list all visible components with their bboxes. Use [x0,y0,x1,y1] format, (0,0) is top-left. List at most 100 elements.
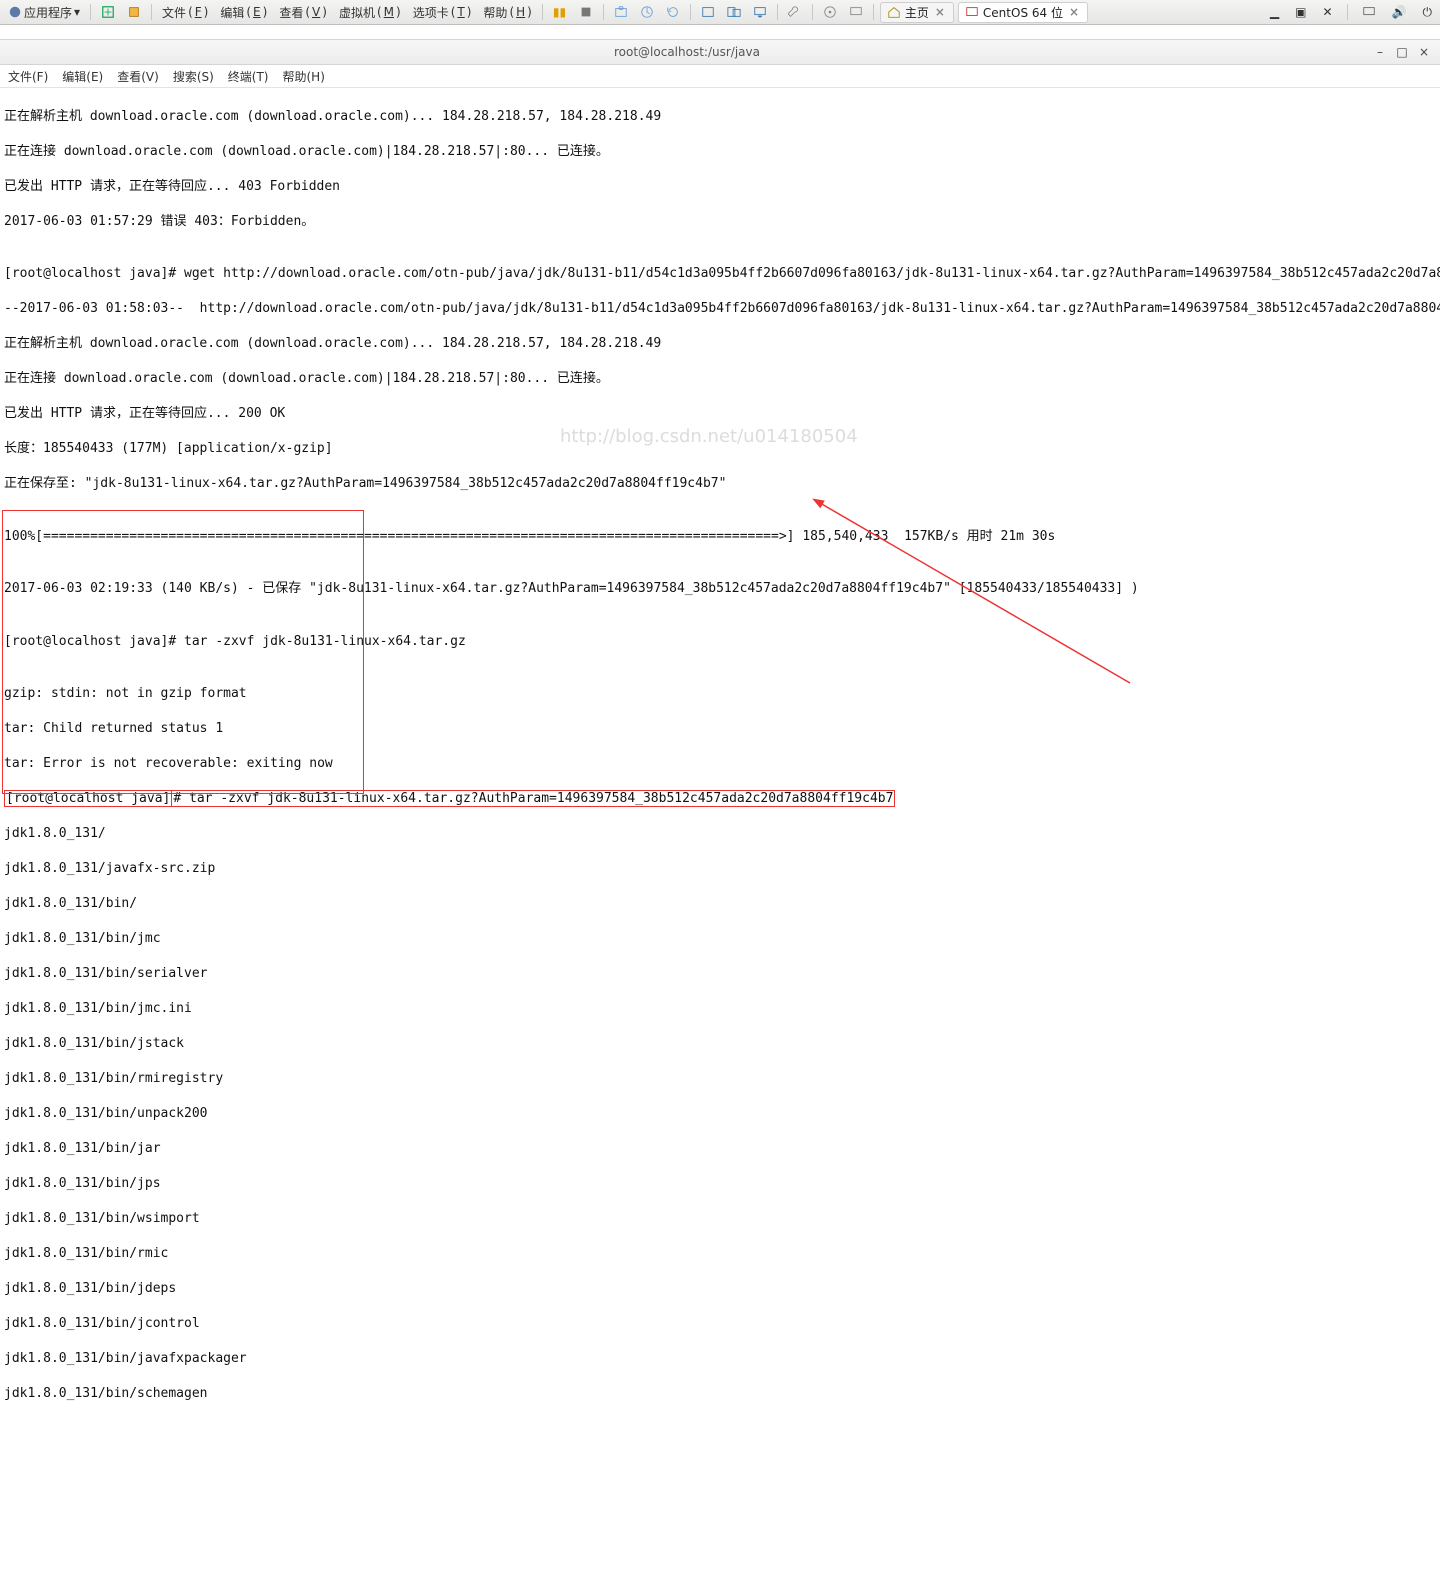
box-icon [127,5,141,19]
snapshot-manager-icon [640,5,654,19]
terminal-output[interactable]: 正在解析主机 download.oracle.com (download.ora… [0,88,1440,1586]
terminal-menubar: 文件(F) 编辑(E) 查看(V) 搜索(S) 终端(T) 帮助(H) [0,65,1440,88]
term-menu-terminal[interactable]: 终端(T) [228,68,269,85]
vm-snapshot-button[interactable] [610,3,632,21]
menu-tabs[interactable]: 选项卡(T) [409,2,476,23]
close-icon: × [1419,45,1429,59]
vm-network-button[interactable] [845,3,867,21]
foot-icon [8,5,22,19]
window-maximize-button[interactable]: □ [1394,45,1410,59]
window-close-button[interactable]: × [1416,45,1432,59]
unity-icon [727,5,741,19]
vmtool-btn-2[interactable] [123,3,145,21]
x-icon: ✕ [1322,5,1332,19]
snapshot-icon [614,5,628,19]
output-line: 已发出 HTTP 请求，正在等待回应... 403 Forbidden [4,178,1436,196]
maximize-icon: □ [1396,45,1407,59]
tab-centos-label: CentOS 64 位 [983,4,1063,21]
prompt-box: [root@localhost java] [4,790,172,807]
window-minimize-button[interactable]: – [1372,45,1388,59]
output-line: 正在连接 download.oracle.com (download.oracl… [4,370,1436,388]
vm-icon [965,5,979,19]
window-title: root@localhost:/usr/java [8,45,1366,59]
output-line: jdk1.8.0_131/javafx-src.zip [4,860,1436,878]
command-box: # tar -zxvf jdk-8u131-linux-x64.tar.gz?A… [172,790,895,807]
cd-icon [823,5,837,19]
monitor-icon [849,5,863,19]
output-line: jdk1.8.0_131/bin/jcontrol [4,1315,1436,1333]
output-line: [root@localhost java]# wget http://downl… [4,265,1436,283]
output-line: jdk1.8.0_131/ [4,825,1436,843]
output-line: 正在解析主机 download.oracle.com (download.ora… [4,108,1436,126]
wrench-icon [788,5,802,19]
tray-volume[interactable]: 🔊 [1388,3,1411,21]
output-line: tar: Error is not recoverable: exiting n… [4,755,1436,773]
output-line: jdk1.8.0_131/bin/rmic [4,1245,1436,1263]
output-line: jdk1.8.0_131/bin/javafxpackager [4,1350,1436,1368]
output-line: 2017-06-03 01:57:29 错误 403：Forbidden。 [4,213,1436,231]
tray-min-button[interactable]: ▁ [1266,3,1283,21]
vm-fullscreen-button[interactable] [697,3,719,21]
output-line: jdk1.8.0_131/bin/jstack [4,1035,1436,1053]
term-menu-help[interactable]: 帮助(H) [283,68,325,85]
vm-snapshot-mgr-button[interactable] [636,3,658,21]
output-line: --2017-06-03 01:58:03-- http://download.… [4,300,1436,318]
power-icon: ⏻ [1423,5,1433,20]
pause-icon: ▮▮ [553,5,567,19]
menu-view[interactable]: 查看(V) [275,2,331,23]
highlighted-command: [root@localhost java]# tar -zxvf jdk-8u1… [4,790,1436,808]
home-icon [887,5,901,19]
close-icon[interactable]: × [1067,5,1081,19]
menu-file[interactable]: 文件(F) [158,2,212,23]
vm-unity-button[interactable] [723,3,745,21]
minimize-icon: ▁ [1270,5,1279,19]
output-line: 正在解析主机 download.oracle.com (download.ora… [4,335,1436,353]
tab-home[interactable]: 主页 × [880,2,954,23]
volume-icon: 🔊 [1392,5,1407,19]
output-line: jdk1.8.0_131/bin/ [4,895,1436,913]
vmtool-btn-1[interactable] [97,3,119,21]
tray-close-button[interactable]: ✕ [1318,3,1336,21]
vm-cdrom-button[interactable] [819,3,841,21]
vm-revert-button[interactable] [662,3,684,21]
output-line: jdk1.8.0_131/bin/unpack200 [4,1105,1436,1123]
output-line: jdk1.8.0_131/bin/jdeps [4,1280,1436,1298]
output-line: gzip: stdin: not in gzip format [4,685,1436,703]
display-icon [1362,5,1376,19]
output-line: 正在保存至: "jdk-8u131-linux-x64.tar.gz?AuthP… [4,475,1436,493]
close-icon[interactable]: × [933,5,947,19]
vm-pause-button[interactable]: ▮▮ [549,3,571,21]
output-line: 长度：185540433 (177M) [application/x-gzip] [4,440,1436,458]
output-line: jdk1.8.0_131/bin/jmc [4,930,1436,948]
tab-home-label: 主页 [905,4,929,21]
menu-edit[interactable]: 编辑(E) [216,2,271,23]
menu-help[interactable]: 帮助(H) [479,2,535,23]
menu-vm[interactable]: 虚拟机(M) [335,2,405,23]
term-menu-view[interactable]: 查看(V) [117,68,159,85]
vm-console-button[interactable] [749,3,771,21]
tray-display[interactable] [1358,3,1380,21]
term-menu-search[interactable]: 搜索(S) [173,68,214,85]
term-menu-file[interactable]: 文件(F) [8,68,48,85]
output-line: jdk1.8.0_131/bin/schemagen [4,1385,1436,1403]
tray-restore-button[interactable]: ▣ [1291,3,1310,21]
output-line: jdk1.8.0_131/bin/jps [4,1175,1436,1193]
apps-menu[interactable]: 应用程序 ▾ [4,2,84,23]
output-line: 正在连接 download.oracle.com (download.oracl… [4,143,1436,161]
revert-icon [666,5,680,19]
tab-centos[interactable]: CentOS 64 位 × [958,2,1088,23]
tray-power[interactable]: ⏻ [1419,3,1437,22]
output-line: 2017-06-03 02:19:33 (140 KB/s) - 已保存 "jd… [4,580,1436,598]
output-line: tar: Child returned status 1 [4,720,1436,738]
minimize-icon: – [1377,45,1383,59]
output-line: 100%[===================================… [4,528,1436,546]
output-line: jdk1.8.0_131/bin/jmc.ini [4,1000,1436,1018]
stop-icon [579,5,593,19]
vm-settings-button[interactable] [784,3,806,21]
apps-label: 应用程序 [24,4,72,21]
vm-stop-button[interactable] [575,3,597,21]
term-menu-edit[interactable]: 编辑(E) [62,68,103,85]
output-line: jdk1.8.0_131/bin/serialver [4,965,1436,983]
console-icon [753,5,767,19]
output-line: jdk1.8.0_131/bin/wsimport [4,1210,1436,1228]
